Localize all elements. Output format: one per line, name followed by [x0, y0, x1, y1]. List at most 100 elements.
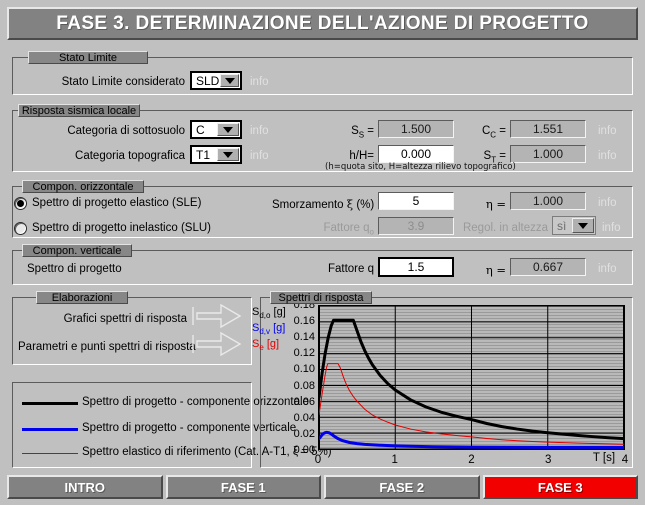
nav-tab-label: INTRO	[64, 479, 105, 495]
hH-value-field[interactable]: 0.000	[378, 145, 454, 163]
stato-limite-combo[interactable]: SLD	[190, 71, 242, 90]
hH-value: 0.000	[400, 147, 432, 161]
hH-label: h/H=	[349, 150, 374, 162]
smorzamento-label: Smorzamento ξ (%)	[272, 197, 374, 211]
fattore-q0-text: Fattore q	[323, 222, 370, 234]
axis-legend-sdo: Sd,o [g]	[252, 306, 286, 320]
ss-value: 1.500	[400, 122, 432, 136]
nav-tab-fase-3[interactable]: FASE 3	[482, 475, 638, 499]
stato-limite-info-link[interactable]: info	[250, 76, 269, 88]
group-elaborazioni-title-tab: Elaborazioni	[36, 291, 128, 304]
bottom-navigation: INTRO FASE 1 FASE 2 FASE 3	[7, 475, 638, 499]
group-spettri-risposta-title: Spettri di risposta	[278, 291, 364, 304]
y-tick-label: 0.12	[293, 347, 315, 360]
chevron-down-icon[interactable]	[572, 218, 594, 233]
sottosuolo-combo-value: C	[196, 122, 205, 137]
x-tick-label: 1	[391, 454, 398, 466]
btn-parametri-spettri-label[interactable]: Parametri e punti spettri di risposta	[18, 341, 196, 353]
x-axis-label: T [s]	[592, 452, 616, 464]
st-equals: =	[496, 150, 506, 162]
ss-equals: =	[364, 125, 374, 137]
st-value-field: 1.000	[510, 145, 586, 163]
fattore-q-input[interactable]: 1.5	[378, 257, 454, 277]
st-info-link[interactable]: info	[598, 150, 617, 162]
legend-swatch-0	[22, 402, 78, 405]
st-value: 1.000	[532, 147, 564, 161]
btn-grafici-spettri-label[interactable]: Grafici spettri di risposta	[30, 313, 187, 325]
nav-tab-fase-2[interactable]: FASE 2	[324, 475, 480, 499]
topografica-info-link[interactable]: info	[250, 150, 269, 162]
sottosuolo-info-link[interactable]: info	[250, 125, 269, 137]
topografica-combo-value: T1	[196, 147, 211, 162]
radio-selected-dot	[17, 200, 24, 207]
group-compon-verticale-title-tab: Compon. verticale	[22, 244, 132, 257]
group-stato-limite-title: Stato Limite	[58, 51, 118, 64]
sdv-subscript: d,v	[259, 327, 271, 337]
nav-tab-fase-1[interactable]: FASE 1	[165, 475, 321, 499]
smorzamento-input[interactable]: 5	[378, 192, 454, 210]
legend-swatch-1	[22, 428, 78, 431]
axis-legend-se: Se [g]	[252, 338, 279, 352]
cc-label: CC =	[462, 125, 506, 139]
sdo-subscript: d,o	[259, 311, 271, 321]
nav-tab-intro[interactable]: INTRO	[7, 475, 163, 499]
smorzamento-unit: (%)	[356, 199, 375, 211]
y-tick-label: 0.04	[293, 411, 315, 424]
group-stato-limite-title-tab: Stato Limite	[28, 51, 148, 64]
sdv-unit: [g]	[273, 322, 286, 334]
ss-value-field: 1.500	[378, 120, 454, 138]
group-risposta-sismica-title-tab: Risposta sismica locale	[18, 104, 140, 117]
regolarita-altezza-info-link[interactable]: info	[602, 222, 621, 234]
page-title: FASE 3. DETERMINAZIONE DELL'AZIONE DI PR…	[56, 12, 589, 34]
chevron-down-icon[interactable]	[220, 74, 239, 87]
chevron-down-icon[interactable]	[217, 148, 239, 161]
radio-spettro-elastico-label[interactable]: Spettro di progetto elastico (SLE)	[32, 197, 201, 209]
eta-orizzontale-field: 1.000	[510, 192, 586, 210]
fattore-q0-value: 3.9	[407, 219, 425, 233]
cc-value: 1.551	[532, 122, 564, 136]
sottosuolo-combo[interactable]: C	[190, 120, 242, 139]
smorzamento-value: 5	[412, 194, 420, 208]
fattore-q0-field: 3.9	[378, 217, 454, 235]
sottosuolo-label: Categoria di sottosuolo	[67, 125, 185, 137]
ss-symbol: S	[351, 125, 359, 137]
cc-info-link[interactable]: info	[598, 125, 617, 137]
regolarita-altezza-value: sì	[557, 218, 567, 233]
x-tick-label: 4	[621, 454, 629, 466]
y-tick-label: 0.08	[293, 379, 315, 392]
group-risposta-sismica-title: Risposta sismica locale	[21, 104, 137, 117]
eta-verticale-value: 0.667	[532, 260, 564, 274]
eta-orizzontale-label: η =	[485, 197, 506, 211]
group-compon-orizzontale-title: Compon. orizzontale	[32, 180, 134, 193]
chevron-down-icon[interactable]	[217, 123, 239, 136]
radio-spettro-inelastico-label[interactable]: Spettro di progetto inelastico (SLU)	[32, 222, 211, 234]
plot-area	[318, 305, 625, 450]
stato-limite-combo-value: SLD	[196, 73, 220, 88]
radio-spettro-elastico[interactable]	[14, 197, 27, 210]
group-spettri-risposta-title-tab: Spettri di risposta	[270, 291, 372, 304]
nav-tab-label: FASE 1	[220, 479, 266, 495]
group-elaborazioni-title: Elaborazioni	[51, 291, 113, 304]
arrow-right-icon[interactable]	[191, 303, 243, 329]
fattore-q-label: Fattore q	[327, 263, 374, 275]
radio-spettro-inelastico[interactable]	[14, 222, 27, 235]
smorzamento-text: Smorzamento	[272, 199, 344, 211]
se-unit: [g]	[266, 338, 280, 350]
eta-verticale-field: 0.667	[510, 258, 586, 276]
cc-equals: =	[496, 125, 506, 137]
topografica-combo[interactable]: T1	[190, 145, 242, 164]
eta-verticale-info-link[interactable]: info	[598, 263, 617, 275]
eta-orizzontale-info-link[interactable]: info	[598, 197, 617, 209]
nav-tab-label: FASE 3	[537, 479, 583, 495]
cc-value-field: 1.551	[510, 120, 586, 138]
spettro-progetto-verticale-label: Spettro di progetto	[27, 263, 122, 275]
x-tick-label: 2	[468, 454, 475, 466]
fattore-q0-subscript: o	[369, 227, 374, 237]
y-tick-label: 0.16	[293, 315, 315, 328]
regolarita-altezza-combo[interactable]: sì	[552, 216, 596, 235]
sdo-unit: [g]	[273, 306, 286, 318]
group-compon-verticale-title: Compon. verticale	[32, 244, 122, 257]
axis-legend-sdv: Sd,v [g]	[252, 322, 285, 336]
arrow-right-icon[interactable]	[191, 331, 243, 357]
y-tick-label: 0.00	[293, 444, 315, 456]
